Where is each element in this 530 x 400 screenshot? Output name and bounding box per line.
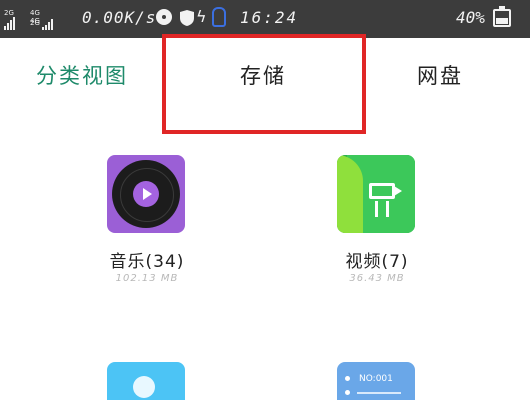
- tab-category-view[interactable]: 分类视图: [36, 60, 128, 90]
- clock: 16:24: [240, 8, 299, 27]
- photo-app-icon: [107, 362, 185, 400]
- tab-cloud-drive[interactable]: 网盘: [417, 60, 463, 90]
- network-speed: 0.00K/s: [82, 8, 157, 27]
- music-app-icon: [107, 155, 185, 233]
- category-label: 视频(7): [345, 252, 409, 272]
- document-badge: NO:001: [359, 374, 393, 384]
- battery-percent: 40%: [456, 8, 485, 27]
- network-type-label: 2G: [4, 9, 14, 17]
- category-size: 102.13 MB: [115, 273, 179, 284]
- video-app-icon: [337, 155, 415, 233]
- bell-icon: [212, 7, 226, 27]
- status-bar: 2G 4G 4G 2G 0.00K/s ϟ 16:24 40%: [0, 0, 530, 38]
- category-size: 36.43 MB: [349, 273, 405, 284]
- category-label: 音乐(34): [109, 252, 185, 272]
- shield-icon: [179, 9, 195, 26]
- document-app-icon: NO:001: [337, 362, 415, 400]
- battery-icon: [493, 6, 511, 27]
- tab-storage[interactable]: 存储: [240, 60, 286, 90]
- disc-icon: [156, 9, 172, 25]
- view-tabs: 分类视图 存储 网盘: [0, 38, 530, 110]
- network-type-label: 2G: [30, 19, 40, 27]
- bolt-icon: ϟ: [196, 7, 207, 26]
